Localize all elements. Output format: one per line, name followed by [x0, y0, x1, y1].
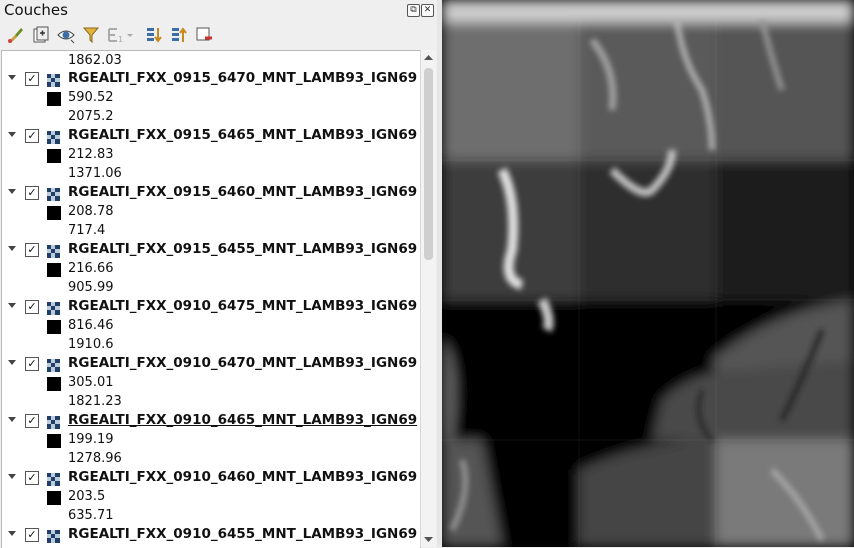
layer-visibility-checkbox[interactable]: ✓ — [25, 528, 39, 542]
map-canvas[interactable] — [442, 0, 854, 547]
scroll-down-icon[interactable] — [421, 533, 436, 545]
collapse-arrow-icon[interactable] — [8, 474, 16, 479]
float-panel-button[interactable]: ⧉ — [407, 4, 420, 17]
layer-row[interactable]: ✓ RGEALTI_FXX_0915_6460_MNT_LAMB93_IGN69 — [2, 184, 420, 203]
layers-panel: Couches ⧉ ✕ 1 1862.03 ✓ RGEALTI_FXX_0915_… — [0, 0, 437, 548]
raster-layer-icon — [47, 471, 60, 486]
panel-title: Couches — [4, 1, 68, 19]
legend-swatch — [47, 320, 61, 334]
layer-row[interactable]: ✓ RGEALTI_FXX_0910_6455_MNT_LAMB93_IGN69 — [2, 526, 420, 545]
layer-row[interactable]: ✓ RGEALTI_FXX_0910_6475_MNT_LAMB93_IGN69 — [2, 298, 420, 317]
visibility-icon[interactable] — [56, 25, 76, 45]
legend-swatch — [47, 491, 61, 505]
layer-name[interactable]: RGEALTI_FXX_0910_6465_MNT_LAMB93_IGN69 — [68, 412, 417, 428]
legend-max-value: 1862.03 — [68, 53, 122, 68]
layers-scrollbar[interactable] — [420, 50, 436, 547]
legend-max-value: 2075.2 — [68, 109, 114, 124]
collapse-arrow-icon[interactable] — [8, 531, 16, 536]
style-manager-icon[interactable] — [6, 25, 26, 45]
legend-max-value: 905.99 — [68, 280, 114, 295]
add-group-icon[interactable] — [31, 25, 51, 45]
legend-min-value: 816.46 — [68, 318, 114, 333]
layer-name[interactable]: RGEALTI_FXX_0915_6460_MNT_LAMB93_IGN69 — [68, 184, 417, 200]
expand-all-icon[interactable] — [144, 25, 164, 45]
collapse-arrow-icon[interactable] — [8, 189, 16, 194]
layer-row[interactable]: ✓ RGEALTI_FXX_0915_6455_MNT_LAMB93_IGN69 — [2, 241, 420, 260]
legend-max-value: 717.4 — [68, 223, 106, 238]
raster-layer-icon — [47, 243, 60, 258]
collapse-arrow-icon[interactable] — [8, 303, 16, 308]
layer-visibility-checkbox[interactable]: ✓ — [25, 300, 39, 314]
layer-name[interactable]: RGEALTI_FXX_0915_6470_MNT_LAMB93_IGN69 — [68, 70, 417, 86]
legend-swatch — [47, 149, 61, 163]
layer-name[interactable]: RGEALTI_FXX_0910_6470_MNT_LAMB93_IGN69 — [68, 355, 417, 371]
close-panel-button[interactable]: ✕ — [421, 4, 434, 17]
collapse-arrow-icon[interactable] — [8, 360, 16, 365]
raster-layer-icon — [47, 414, 60, 429]
layer-visibility-checkbox[interactable]: ✓ — [25, 186, 39, 200]
legend-min-value: 212.83 — [68, 147, 114, 162]
raster-layer-icon — [47, 72, 60, 87]
layers-tree: 1862.03 ✓ RGEALTI_FXX_0915_6470_MNT_LAMB9… — [1, 50, 421, 548]
raster-layer-icon — [47, 129, 60, 144]
svg-text:1: 1 — [118, 35, 123, 44]
layers-toolbar: 1 — [0, 23, 437, 48]
layer-row[interactable]: ✓ RGEALTI_FXX_0910_6470_MNT_LAMB93_IGN69 — [2, 355, 420, 374]
layer-visibility-checkbox[interactable]: ✓ — [25, 129, 39, 143]
raster-layer-icon — [47, 186, 60, 201]
legend-swatch — [47, 377, 61, 391]
layer-name[interactable]: RGEALTI_FXX_0910_6455_MNT_LAMB93_IGN69 — [68, 526, 417, 542]
scroll-up-icon[interactable] — [421, 52, 436, 64]
layer-visibility-checkbox[interactable]: ✓ — [25, 72, 39, 86]
raster-layer-icon — [47, 528, 60, 543]
filter-icon[interactable] — [81, 25, 101, 45]
collapse-arrow-icon[interactable] — [8, 132, 16, 137]
legend-swatch — [47, 434, 61, 448]
elevation-raster — [442, 0, 854, 547]
legend-min-value: 216.66 — [68, 261, 114, 276]
collapse-arrow-icon[interactable] — [8, 246, 16, 251]
layer-visibility-checkbox[interactable]: ✓ — [25, 357, 39, 371]
collapse-arrow-icon[interactable] — [8, 417, 16, 422]
remove-layer-icon[interactable] — [194, 25, 214, 45]
layer-name[interactable]: RGEALTI_FXX_0915_6455_MNT_LAMB93_IGN69 — [68, 241, 417, 257]
layer-name[interactable]: RGEALTI_FXX_0910_6475_MNT_LAMB93_IGN69 — [68, 298, 417, 314]
layer-visibility-checkbox[interactable]: ✓ — [25, 471, 39, 485]
legend-min-value: 208.78 — [68, 204, 114, 219]
layer-visibility-checkbox[interactable]: ✓ — [25, 414, 39, 428]
legend-swatch — [47, 263, 61, 277]
raster-layer-icon — [47, 357, 60, 372]
layer-row[interactable]: ✓ RGEALTI_FXX_0910_6460_MNT_LAMB93_IGN69 — [2, 469, 420, 488]
layer-row[interactable]: ✓ RGEALTI_FXX_0915_6465_MNT_LAMB93_IGN69 — [2, 127, 420, 146]
legend-max-value: 635.71 — [68, 508, 114, 523]
legend-max-value: 1278.96 — [68, 451, 122, 466]
legend-min-value: 199.19 — [68, 432, 114, 447]
legend-min-value: 590.52 — [68, 90, 114, 105]
scrollbar-thumb[interactable] — [424, 68, 433, 260]
legend-max-value: 1910.6 — [68, 337, 114, 352]
collapse-all-icon[interactable] — [169, 25, 189, 45]
layer-name[interactable]: RGEALTI_FXX_0910_6460_MNT_LAMB93_IGN69 — [68, 469, 417, 485]
layer-visibility-checkbox[interactable]: ✓ — [25, 243, 39, 257]
filter-expression-icon[interactable]: 1 — [106, 25, 133, 45]
legend-swatch — [47, 92, 61, 106]
legend-min-value: 305.01 — [68, 375, 114, 390]
legend-min-value: 203.5 — [68, 489, 106, 504]
layer-row[interactable]: ✓ RGEALTI_FXX_0915_6470_MNT_LAMB93_IGN69 — [2, 70, 420, 89]
legend-max-value: 1821.23 — [68, 394, 122, 409]
legend-max-value: 1371.06 — [68, 166, 122, 181]
layer-name[interactable]: RGEALTI_FXX_0915_6465_MNT_LAMB93_IGN69 — [68, 127, 417, 143]
collapse-arrow-icon[interactable] — [8, 75, 16, 80]
layer-row[interactable]: ✓ RGEALTI_FXX_0910_6465_MNT_LAMB93_IGN69 — [2, 412, 420, 431]
legend-swatch — [47, 206, 61, 220]
raster-layer-icon — [47, 300, 60, 315]
